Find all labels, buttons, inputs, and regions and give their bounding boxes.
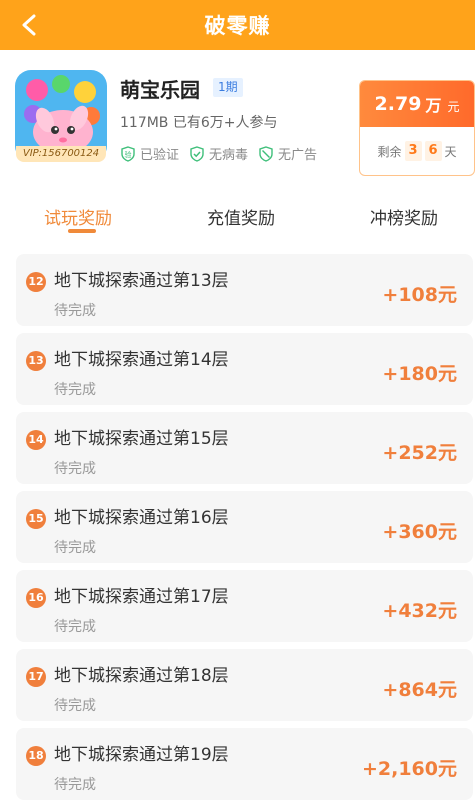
task-status: 待完成 xyxy=(54,619,96,635)
reward-tabs: 试玩奖励 充值奖励 冲榜奖励 xyxy=(0,194,475,240)
task-row[interactable]: 16 地下城探索通过第17层 待完成 +432元 xyxy=(16,570,473,642)
task-reward: +108元 xyxy=(382,284,457,306)
task-title: 地下城探索通过第17层 xyxy=(54,587,229,607)
task-reward: +864元 xyxy=(382,679,457,701)
task-title: 地下城探索通过第18层 xyxy=(54,666,229,686)
vip-id-tag: VIP:156700124 xyxy=(16,146,106,162)
task-status: 待完成 xyxy=(54,382,96,398)
task-number: 12 xyxy=(26,272,46,292)
page-title: 破零赚 xyxy=(204,14,271,38)
active-tab-indicator xyxy=(68,229,96,233)
chevron-left-icon xyxy=(22,14,36,36)
task-status: 待完成 xyxy=(54,698,96,714)
badge-no-virus-label: 无病毒 xyxy=(209,148,249,163)
tab-trial-reward[interactable]: 试玩奖励 xyxy=(44,204,112,229)
days-digit-1: 3 xyxy=(404,141,422,161)
badge-no-ads-label: 无广告 xyxy=(278,148,318,163)
tab-ranking-reward[interactable]: 冲榜奖励 xyxy=(370,204,438,229)
days-label: 天 xyxy=(444,144,457,159)
no-ads-icon xyxy=(259,145,273,162)
badge-verified-label: 已验证 xyxy=(140,148,180,163)
task-reward: +252元 xyxy=(382,442,457,464)
task-reward: +432元 xyxy=(382,600,457,622)
task-number: 15 xyxy=(26,509,46,529)
reward-amount: 2.79 xyxy=(374,93,422,115)
task-row[interactable]: 15 地下城探索通过第16层 待完成 +360元 xyxy=(16,491,473,563)
task-number: 14 xyxy=(26,430,46,450)
total-reward-card: 2.79 万 元 剩余 3 6 天 xyxy=(359,80,475,176)
badge-verified: 验 已验证 xyxy=(120,144,179,163)
task-row[interactable]: 13 地下城探索通过第14层 待完成 +180元 xyxy=(16,333,473,405)
task-number: 16 xyxy=(26,588,46,608)
task-status: 待完成 xyxy=(54,777,96,793)
task-row[interactable]: 12 地下城探索通过第13层 待完成 +108元 xyxy=(16,254,473,326)
reward-unit: 万 xyxy=(425,96,442,115)
top-bar: 破零赚 xyxy=(0,0,475,50)
app-info-section: VIP:156700124 萌宝乐园 1期 117MB 已有6万+人参与 验 已… xyxy=(0,50,475,180)
task-number: 17 xyxy=(26,667,46,687)
tab-recharge-reward[interactable]: 充值奖励 xyxy=(207,204,275,229)
task-status: 待完成 xyxy=(54,540,96,556)
badge-no-ads: 无广告 xyxy=(258,144,317,163)
task-list: 12 地下城探索通过第13层 待完成 +108元 13 地下城探索通过第14层 … xyxy=(16,254,473,800)
task-number: 18 xyxy=(26,746,46,766)
badge-no-virus: 无病毒 xyxy=(189,144,248,163)
total-reward: 2.79 万 元 xyxy=(360,81,474,127)
task-reward: +2,160元 xyxy=(361,758,457,780)
task-number: 13 xyxy=(26,351,46,371)
task-row[interactable]: 14 地下城探索通过第15层 待完成 +252元 xyxy=(16,412,473,484)
issue-badge: 1期 xyxy=(213,78,243,97)
task-reward: +360元 xyxy=(382,521,457,543)
back-button[interactable] xyxy=(14,10,44,40)
task-row[interactable]: 18 地下城探索通过第19层 待完成 +2,160元 xyxy=(16,728,473,800)
remaining-label: 剩余 xyxy=(377,144,402,159)
task-status: 待完成 xyxy=(54,303,96,319)
days-digit-2: 6 xyxy=(424,141,442,161)
task-row[interactable]: 17 地下城探索通过第18层 待完成 +864元 xyxy=(16,649,473,721)
remaining-days: 剩余 3 6 天 xyxy=(360,127,474,175)
app-meta: 117MB 已有6万+人参与 xyxy=(120,115,278,131)
task-title: 地下城探索通过第14层 xyxy=(54,350,229,370)
svg-text:验: 验 xyxy=(125,150,132,159)
trust-badges: 验 已验证 无病毒 无广告 xyxy=(120,144,317,163)
shield-check-icon xyxy=(190,145,204,162)
task-status: 待完成 xyxy=(54,461,96,477)
task-reward: +180元 xyxy=(382,363,457,385)
task-title: 地下城探索通过第19层 xyxy=(54,745,229,765)
task-title: 地下城探索通过第16层 xyxy=(54,508,229,528)
verified-icon: 验 xyxy=(121,145,135,162)
task-title: 地下城探索通过第15层 xyxy=(54,429,229,449)
reward-currency: 元 xyxy=(447,99,460,114)
task-title: 地下城探索通过第13层 xyxy=(54,271,229,291)
app-name: 萌宝乐园 xyxy=(120,78,200,102)
